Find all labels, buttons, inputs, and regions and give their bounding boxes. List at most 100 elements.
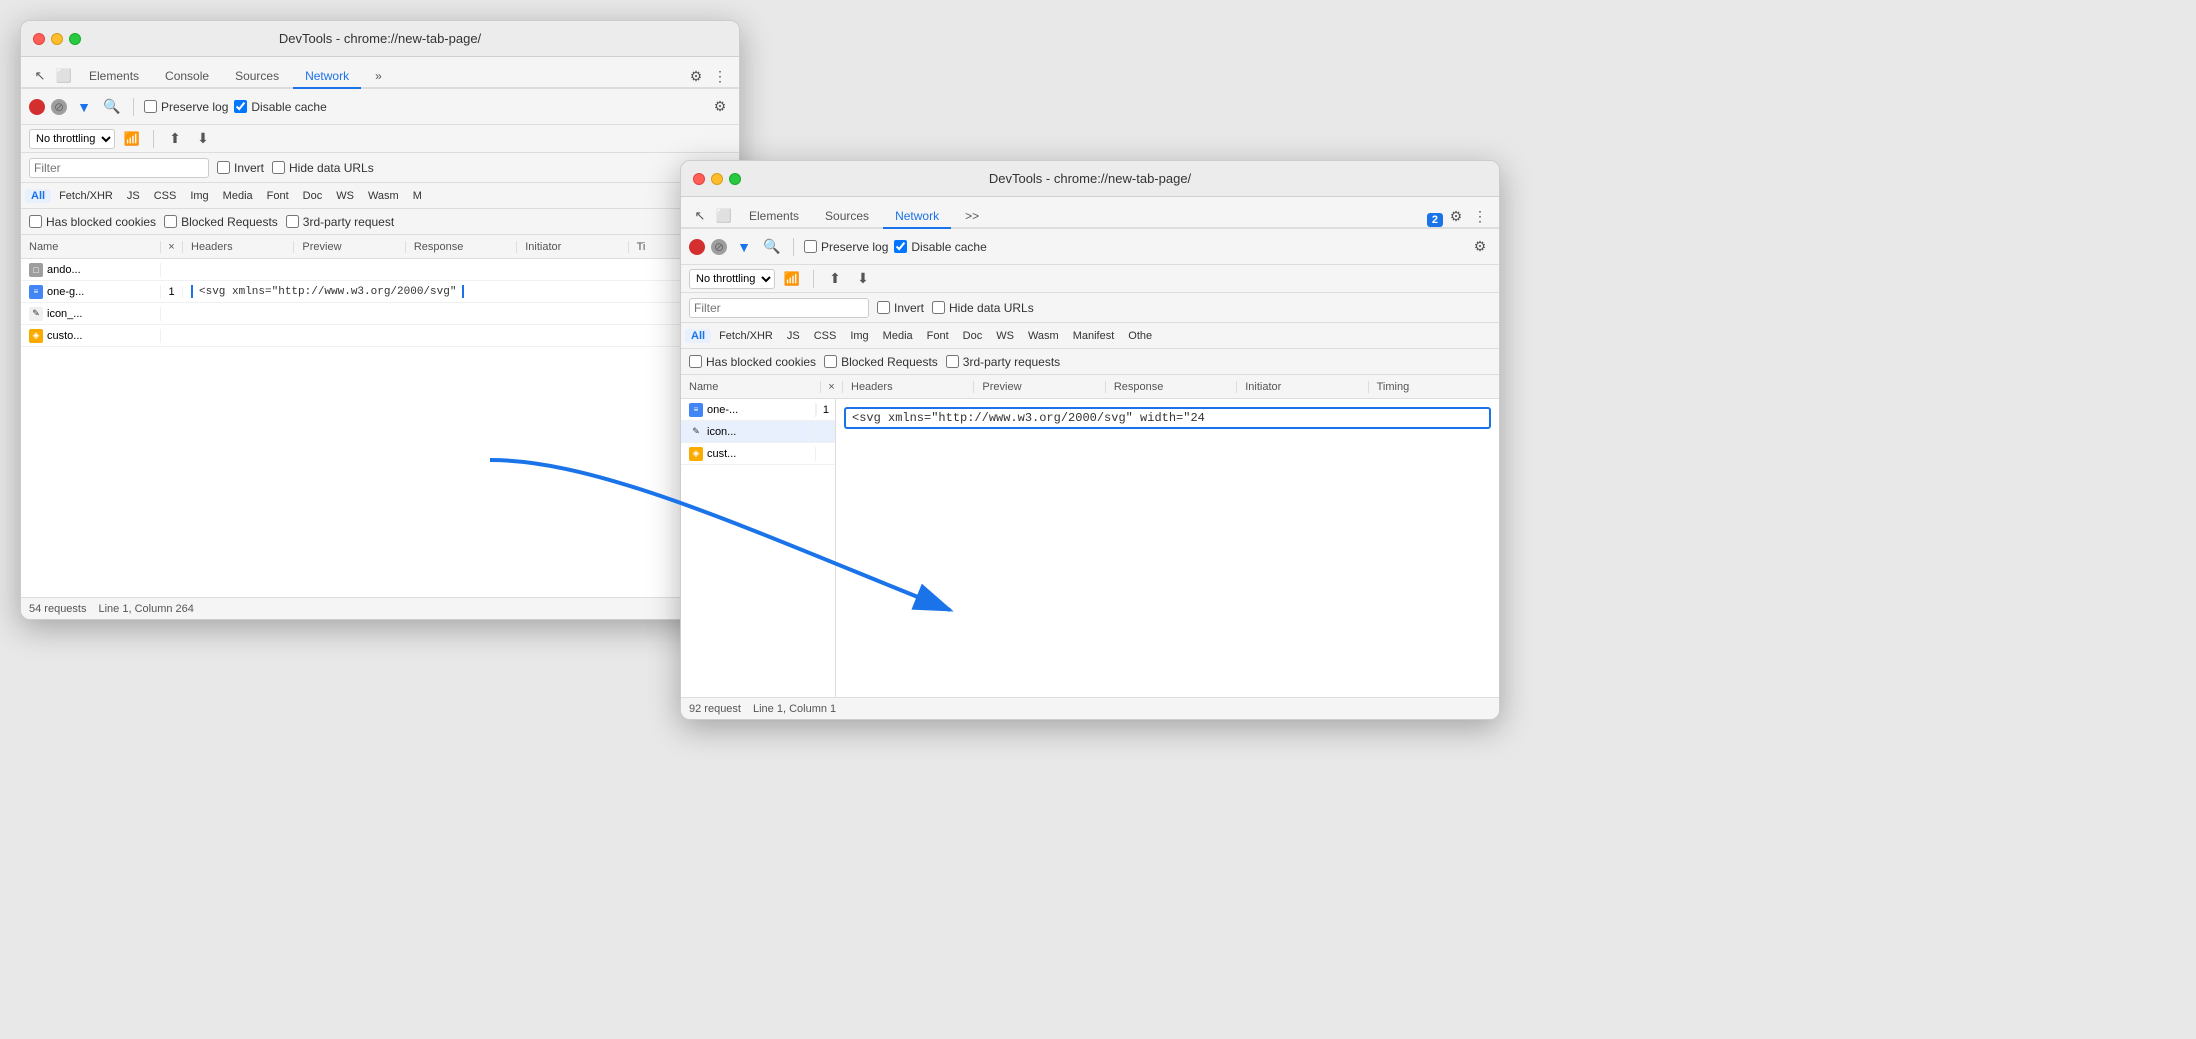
blocked-requests-label-front[interactable]: Blocked Requests bbox=[824, 355, 938, 369]
record-btn-front[interactable] bbox=[689, 239, 705, 255]
disable-cache-check-front[interactable] bbox=[894, 240, 907, 253]
filter-btn-back[interactable]: ▼ bbox=[73, 96, 95, 118]
throttle-select-front[interactable]: No throttling bbox=[689, 269, 775, 289]
type-js-back[interactable]: JS bbox=[121, 189, 146, 203]
preserve-log-label-front[interactable]: Preserve log bbox=[804, 240, 888, 254]
type-manifest-front[interactable]: Manifest bbox=[1067, 329, 1121, 343]
blocked-cookies-label-back[interactable]: Has blocked cookies bbox=[29, 215, 156, 229]
invert-label-back[interactable]: Invert bbox=[217, 161, 264, 175]
type-other-front[interactable]: Othe bbox=[1122, 329, 1158, 343]
tab-network-back[interactable]: Network bbox=[293, 65, 361, 89]
type-all-front[interactable]: All bbox=[685, 329, 711, 343]
throttle-select-back[interactable]: No throttling bbox=[29, 129, 115, 149]
filter-btn-front[interactable]: ▼ bbox=[733, 236, 755, 258]
type-all-back[interactable]: All bbox=[25, 189, 51, 203]
type-media-front[interactable]: Media bbox=[877, 329, 919, 343]
invert-check-front[interactable] bbox=[877, 301, 890, 314]
inspect-tool-front[interactable]: ↖ bbox=[689, 205, 711, 227]
preserve-log-check-front[interactable] bbox=[804, 240, 817, 253]
tab-more-front[interactable]: >> bbox=[953, 205, 991, 229]
disable-cache-label-front[interactable]: Disable cache bbox=[894, 240, 986, 254]
blocked-cookies-check-front[interactable] bbox=[689, 355, 702, 368]
tab-console-back[interactable]: Console bbox=[153, 65, 221, 89]
settings-btn-front[interactable]: ⚙ bbox=[1445, 205, 1467, 227]
close-button-front[interactable] bbox=[693, 173, 705, 185]
preserve-log-label-back[interactable]: Preserve log bbox=[144, 100, 228, 114]
table-row[interactable]: ✎ icon... bbox=[681, 421, 835, 443]
wifi-btn-front[interactable]: 📶 bbox=[781, 268, 803, 290]
maximize-button-front[interactable] bbox=[729, 173, 741, 185]
gear-btn-front[interactable]: ⚙ bbox=[1469, 236, 1491, 258]
type-img-back[interactable]: Img bbox=[184, 189, 214, 203]
upload-btn-back[interactable]: ⬆ bbox=[164, 128, 186, 150]
hide-data-urls-check-back[interactable] bbox=[272, 161, 285, 174]
table-row[interactable]: ≡ one-g... 1 <svg xmlns="http://www.w3.o… bbox=[21, 281, 739, 303]
gear-btn-back[interactable]: ⚙ bbox=[709, 96, 731, 118]
tab-more-back[interactable]: » bbox=[363, 65, 394, 89]
third-party-check-front[interactable] bbox=[946, 355, 959, 368]
hide-data-urls-check-front[interactable] bbox=[932, 301, 945, 314]
maximize-button-back[interactable] bbox=[69, 33, 81, 45]
search-btn-front[interactable]: 🔍 bbox=[761, 236, 783, 258]
type-css-front[interactable]: CSS bbox=[808, 329, 843, 343]
tab-elements-front[interactable]: Elements bbox=[737, 205, 811, 229]
type-css-back[interactable]: CSS bbox=[148, 189, 183, 203]
stop-btn-back[interactable]: ⊘ bbox=[51, 99, 67, 115]
preserve-log-check-back[interactable] bbox=[144, 100, 157, 113]
type-doc-back[interactable]: Doc bbox=[297, 189, 329, 203]
type-media-back[interactable]: Media bbox=[217, 189, 259, 203]
type-font-back[interactable]: Font bbox=[261, 189, 295, 203]
table-row[interactable]: □ ando... bbox=[21, 259, 739, 281]
minimize-button-front[interactable] bbox=[711, 173, 723, 185]
table-row[interactable]: ◈ cust... bbox=[681, 443, 835, 465]
type-m-back[interactable]: M bbox=[407, 189, 428, 203]
device-tool-back[interactable]: ⬜ bbox=[53, 65, 75, 87]
download-btn-back[interactable]: ⬇ bbox=[192, 128, 214, 150]
stop-btn-front[interactable]: ⊘ bbox=[711, 239, 727, 255]
tab-elements-back[interactable]: Elements bbox=[77, 65, 151, 89]
type-doc-front[interactable]: Doc bbox=[957, 329, 989, 343]
filter-input-back[interactable] bbox=[29, 158, 209, 178]
disable-cache-label-back[interactable]: Disable cache bbox=[234, 100, 326, 114]
download-btn-front[interactable]: ⬇ bbox=[852, 268, 874, 290]
close-button-back[interactable] bbox=[33, 33, 45, 45]
third-party-check-back[interactable] bbox=[286, 215, 299, 228]
blocked-requests-check-front[interactable] bbox=[824, 355, 837, 368]
table-row[interactable]: ✎ icon_... bbox=[21, 303, 739, 325]
type-wasm-front[interactable]: Wasm bbox=[1022, 329, 1065, 343]
record-btn-back[interactable] bbox=[29, 99, 45, 115]
third-party-label-front[interactable]: 3rd-party requests bbox=[946, 355, 1060, 369]
disable-cache-check-back[interactable] bbox=[234, 100, 247, 113]
upload-btn-front[interactable]: ⬆ bbox=[824, 268, 846, 290]
type-ws-front[interactable]: WS bbox=[990, 329, 1020, 343]
tab-sources-front[interactable]: Sources bbox=[813, 205, 881, 229]
search-btn-back[interactable]: 🔍 bbox=[101, 96, 123, 118]
settings-btn-back[interactable]: ⚙ bbox=[685, 65, 707, 87]
blocked-requests-check-back[interactable] bbox=[164, 215, 177, 228]
inspect-tool-back[interactable]: ↖ bbox=[29, 65, 51, 87]
tab-sources-back[interactable]: Sources bbox=[223, 65, 291, 89]
blocked-cookies-check-back[interactable] bbox=[29, 215, 42, 228]
table-row[interactable]: ◈ custo... bbox=[21, 325, 739, 347]
type-fetch-back[interactable]: Fetch/XHR bbox=[53, 189, 119, 203]
invert-check-back[interactable] bbox=[217, 161, 230, 174]
type-img-front[interactable]: Img bbox=[844, 329, 874, 343]
type-ws-back[interactable]: WS bbox=[330, 189, 360, 203]
blocked-requests-label-back[interactable]: Blocked Requests bbox=[164, 215, 278, 229]
hide-data-urls-label-front[interactable]: Hide data URLs bbox=[932, 301, 1034, 315]
device-tool-front[interactable]: ⬜ bbox=[713, 205, 735, 227]
minimize-button-back[interactable] bbox=[51, 33, 63, 45]
type-wasm-back[interactable]: Wasm bbox=[362, 189, 405, 203]
hide-data-urls-label-back[interactable]: Hide data URLs bbox=[272, 161, 374, 175]
third-party-label-back[interactable]: 3rd-party request bbox=[286, 215, 394, 229]
blocked-cookies-label-front[interactable]: Has blocked cookies bbox=[689, 355, 816, 369]
type-font-front[interactable]: Font bbox=[921, 329, 955, 343]
filter-input-front[interactable] bbox=[689, 298, 869, 318]
more-btn-front[interactable]: ⋮ bbox=[1469, 205, 1491, 227]
table-row[interactable]: ≡ one-... 1 bbox=[681, 399, 835, 421]
wifi-btn-back[interactable]: 📶 bbox=[121, 128, 143, 150]
invert-label-front[interactable]: Invert bbox=[877, 301, 924, 315]
more-btn-back[interactable]: ⋮ bbox=[709, 65, 731, 87]
type-fetch-front[interactable]: Fetch/XHR bbox=[713, 329, 779, 343]
type-js-front[interactable]: JS bbox=[781, 329, 806, 343]
